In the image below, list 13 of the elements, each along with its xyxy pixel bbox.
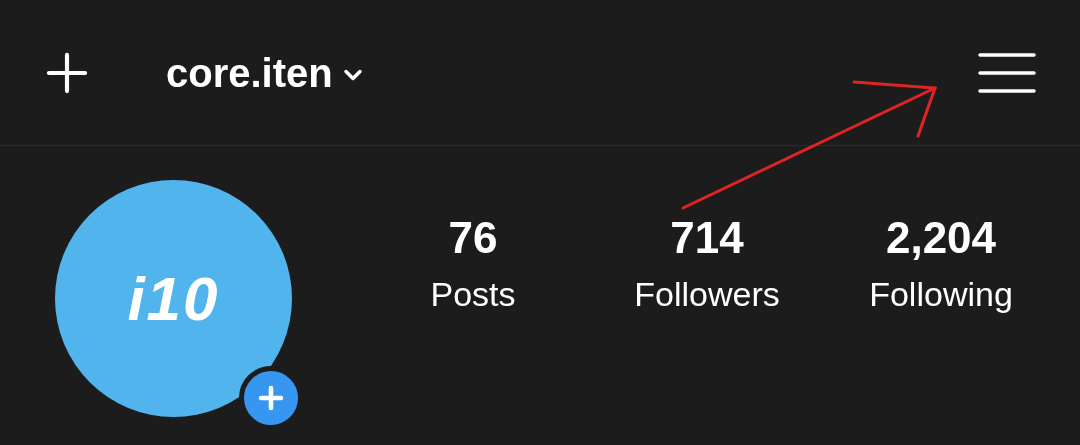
profile-stat[interactable]: 76 Posts (356, 212, 590, 318)
stat-value: 714 (670, 212, 744, 264)
avatar-logo-text: i10 (127, 263, 220, 335)
menu-button[interactable] (978, 50, 1036, 95)
stat-label: Following (869, 274, 1013, 315)
profile-stat[interactable]: 714 Followers (590, 212, 824, 318)
profile-stat[interactable]: 2,204 Following (824, 212, 1058, 318)
stat-label: Posts (430, 274, 516, 315)
stat-value: 76 (448, 212, 498, 264)
account-switcher[interactable]: core.iten (166, 52, 333, 93)
menu-icon (978, 50, 1036, 95)
stat-label: Followers (634, 274, 780, 315)
stat-value: 2,204 (885, 212, 997, 264)
